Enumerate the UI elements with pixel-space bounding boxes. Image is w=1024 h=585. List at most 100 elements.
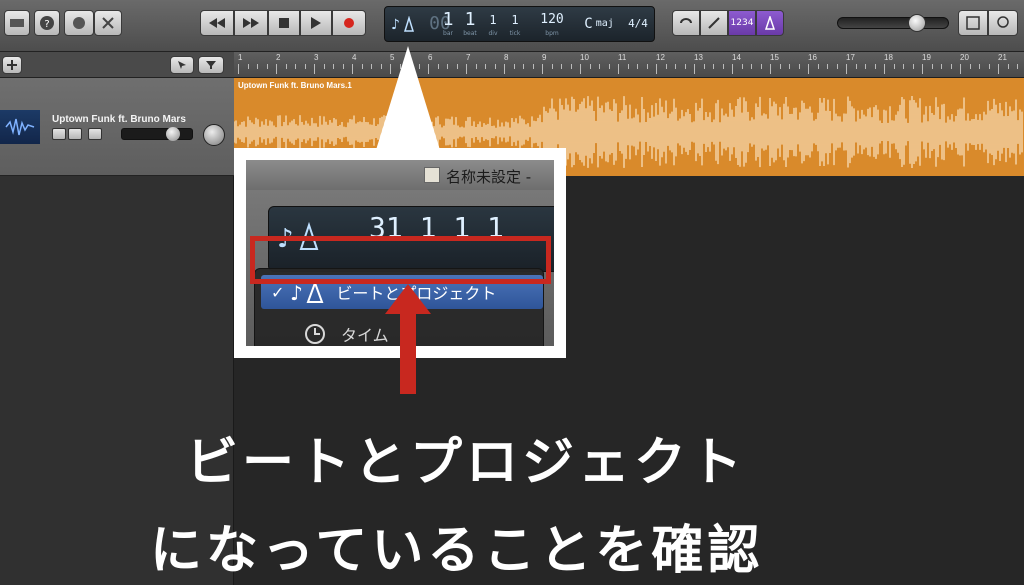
lcd-tick-label: tick (509, 30, 521, 37)
rewind-button[interactable] (200, 10, 234, 36)
plus-icon (7, 60, 17, 70)
library-button[interactable] (4, 10, 30, 36)
add-track-button[interactable] (2, 56, 22, 74)
track-volume-knob[interactable] (166, 127, 180, 141)
track-name[interactable]: Uptown Funk ft. Bruno Mars (52, 114, 186, 125)
highlight-box (250, 236, 551, 284)
ruler-tick (922, 64, 923, 74)
ruler-tick (817, 64, 819, 69)
track-volume-slider[interactable] (121, 127, 193, 141)
ruler-tick (494, 64, 496, 69)
forward-button[interactable] (234, 10, 268, 36)
control-bar: ? ♪ 00 1 bar 1 beat 1 div 1 tick 120 bpm… (0, 0, 1024, 52)
lcd-key-mode: maj (595, 18, 614, 29)
ruler-bar-number: 8 (504, 53, 509, 62)
ruler-tick (884, 64, 885, 74)
ruler-tick (979, 64, 980, 69)
quick-help-button[interactable]: ? (34, 10, 60, 36)
ruler-tick (836, 64, 838, 69)
lcd-tempo[interactable]: 120 bpm (537, 7, 567, 41)
ruler-bar-number: 2 (276, 53, 281, 62)
ruler-tick (276, 64, 277, 74)
clock-icon (305, 324, 325, 344)
ruler-tick (969, 64, 971, 69)
ruler-tick (646, 64, 648, 69)
ruler-tick (342, 64, 344, 69)
tuner-button[interactable] (700, 10, 728, 36)
lcd-signature-value: 4/4 (628, 17, 648, 30)
ruler-bar-number: 7 (466, 53, 471, 62)
ruler-tick (475, 64, 477, 69)
filter-button[interactable] (198, 56, 224, 74)
ruler-tick (675, 64, 676, 69)
note-pad-button[interactable] (958, 10, 988, 36)
ruler-tick (295, 64, 296, 69)
mute-button[interactable] (52, 128, 66, 140)
document-icon (424, 167, 440, 183)
cycle-icon (680, 18, 692, 24)
cursor-icon (178, 61, 186, 69)
loop-browser-button[interactable] (988, 10, 1018, 36)
master-volume-slider[interactable] (837, 14, 949, 32)
lcd-tick: 1 (511, 13, 519, 27)
lcd-tempo-label: bpm (545, 30, 559, 37)
knob-icon (73, 17, 85, 29)
loop-icon (997, 16, 1009, 28)
ruler-tick (570, 64, 572, 69)
ruler-bar-number: 18 (884, 53, 893, 62)
ruler-tick (950, 64, 952, 69)
ruler-tick (694, 64, 695, 74)
lcd-signature[interactable]: 4/4 (623, 7, 653, 41)
ruler-tick (703, 64, 705, 69)
ruler-bar-number: 20 (960, 53, 969, 62)
ruler-tick (266, 64, 268, 69)
track-view-button[interactable] (170, 56, 194, 74)
ruler-tick (988, 64, 990, 69)
lcd-mode-icon[interactable]: ♪ (389, 7, 419, 41)
pan-knob[interactable] (203, 124, 225, 146)
lcd-beat-label: beat (463, 30, 477, 37)
lcd-key[interactable]: C maj (577, 7, 621, 41)
ruler-tick (627, 64, 629, 69)
track-row[interactable]: Uptown Funk ft. Bruno Mars (0, 78, 234, 176)
metronome-button[interactable] (756, 10, 784, 36)
ruler-bar-number: 21 (998, 53, 1007, 62)
headphones-icon[interactable] (68, 128, 82, 140)
ruler-tick (314, 64, 315, 74)
region-title: Uptown Funk ft. Bruno Mars.1 (238, 81, 352, 90)
lcd-tempo-value: 120 (540, 12, 564, 27)
ruler-tick (827, 64, 828, 69)
red-arrow-icon (385, 284, 431, 394)
ruler-tick (960, 64, 961, 74)
ruler-tick (247, 64, 249, 69)
zoom-window-titlebar: 名称未設定 - (246, 160, 554, 190)
smart-controls-button[interactable] (64, 10, 94, 36)
stop-button[interactable] (268, 10, 300, 36)
help-icon: ? (40, 16, 54, 30)
ruler-tick (855, 64, 857, 69)
timeline-ruler[interactable]: 1 2 3 4 5 6 7 8 9 10 11 12 13 14 15 16 17 18 19 20 21 (234, 52, 1024, 78)
count-in-button[interactable]: 1234 (728, 10, 756, 36)
ruler-tick (941, 64, 942, 69)
ruler-tick (713, 64, 714, 69)
record-enable-button[interactable] (88, 128, 102, 140)
ruler-bar-number: 9 (542, 53, 547, 62)
stop-icon (279, 18, 289, 28)
editors-button[interactable] (94, 10, 122, 36)
lcd-div-label: div (488, 30, 498, 37)
lcd-display[interactable]: ♪ 00 1 bar 1 beat 1 div 1 tick 120 bpm C… (384, 6, 655, 42)
ruler-tick (304, 64, 306, 69)
master-volume-knob[interactable] (908, 14, 926, 32)
record-button[interactable] (332, 10, 366, 36)
ruler-tick (485, 64, 486, 69)
ruler-tick (542, 64, 543, 74)
cycle-button[interactable] (672, 10, 700, 36)
ruler-tick (447, 64, 448, 69)
svg-text:?: ? (44, 19, 49, 30)
ruler-tick (789, 64, 790, 69)
ruler-tick (285, 64, 287, 69)
ruler-tick (865, 64, 866, 69)
fast-forward-icon (243, 18, 259, 28)
play-button[interactable] (300, 10, 332, 36)
ruler-tick (846, 64, 847, 74)
